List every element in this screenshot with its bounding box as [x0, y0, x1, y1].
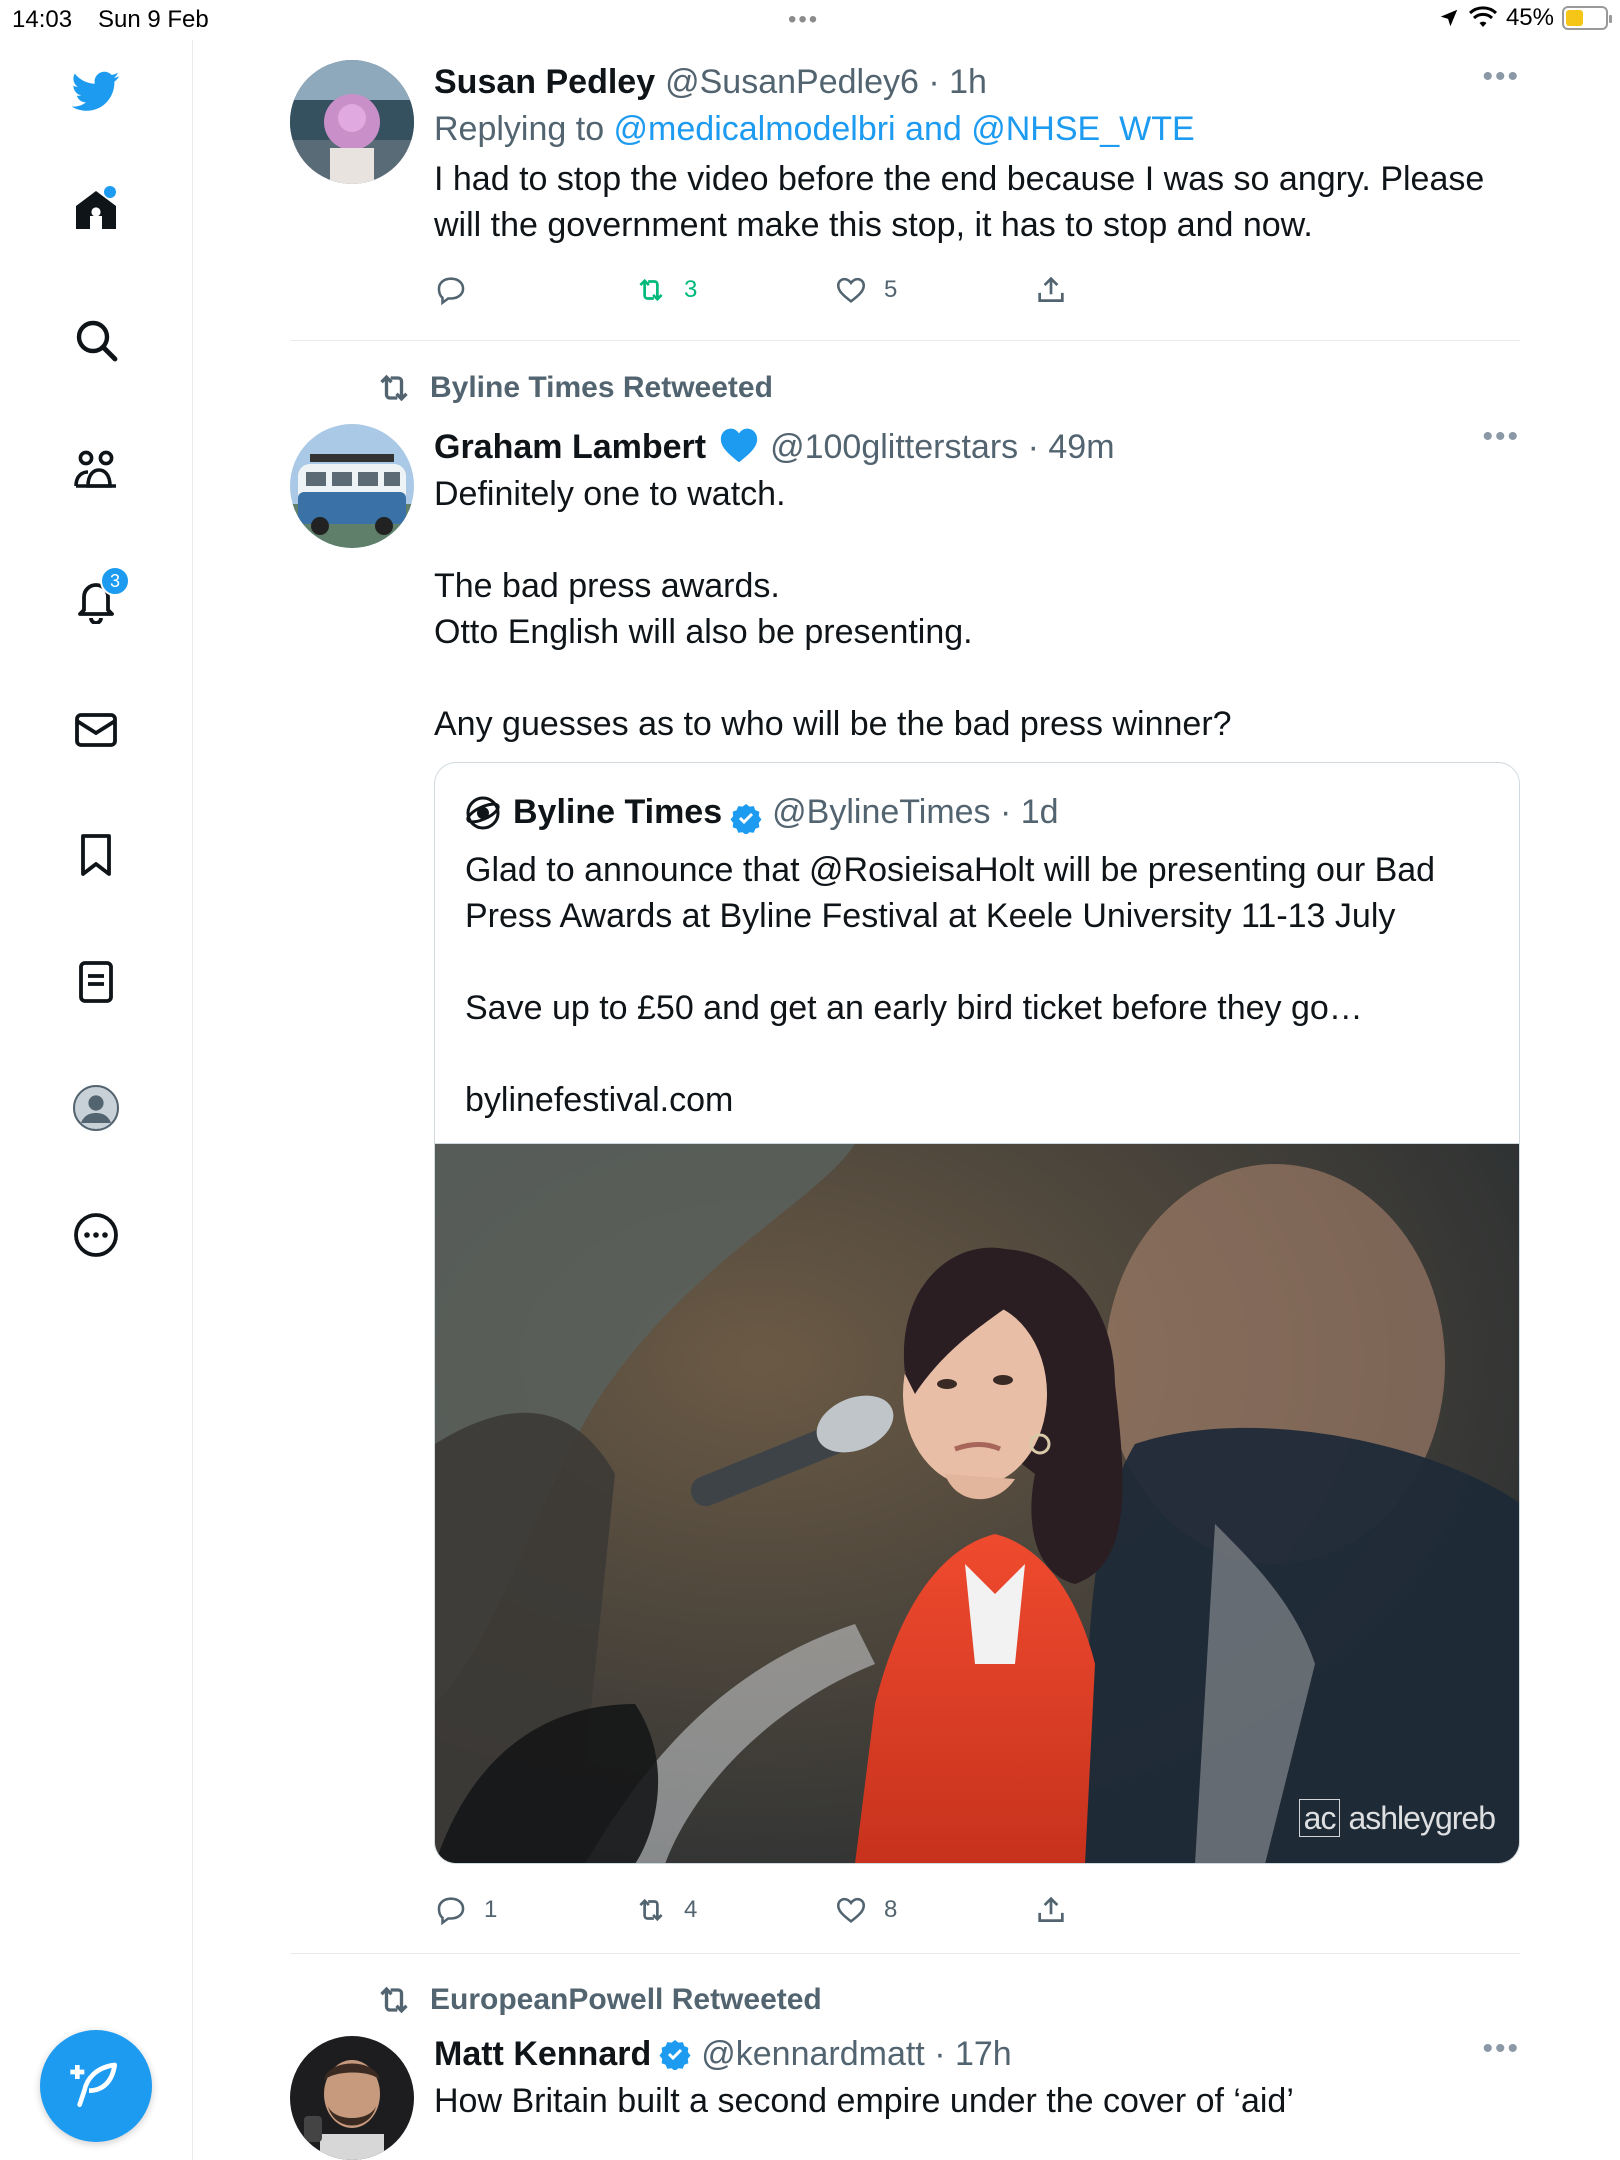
author-name[interactable]: Matt Kennard — [434, 2032, 651, 2076]
compose-tweet-button[interactable] — [40, 2030, 152, 2142]
notifications-icon[interactable]: 3 — [66, 566, 130, 630]
status-right: 45% — [1438, 4, 1612, 32]
tweet[interactable]: Graham Lambert @100glitterstars · 49m ••… — [290, 420, 1520, 1926]
author-handle[interactable]: @100glitterstars · 49m — [770, 425, 1114, 469]
share-button[interactable] — [1034, 1893, 1068, 1927]
tweet-text: I had to stop the video before the end b… — [434, 160, 1494, 244]
heart-icon — [836, 1897, 866, 1923]
watermark-text: ashleygreb — [1348, 1800, 1496, 1836]
tweet-header: Susan Pedley @SusanPedley6 · 1h — [434, 60, 1520, 104]
retweet-count: 4 — [684, 1896, 698, 1923]
reply-icon — [437, 1897, 465, 1926]
tweet-content: Graham Lambert @100glitterstars · 49m ••… — [434, 420, 1520, 747]
retweet-icon — [639, 278, 663, 302]
notifications-badge: 3 — [100, 566, 130, 596]
status-bar: 14:03 Sun 9 Feb ••• 45% — [0, 0, 1620, 40]
tweet-text: How Britain built a second empire under … — [434, 2082, 1294, 2120]
like-button[interactable]: 5 — [834, 273, 897, 307]
tweet-divider — [290, 1953, 1520, 1954]
home-unread-dot — [104, 186, 116, 198]
reply-button[interactable] — [434, 273, 468, 307]
share-icon — [1038, 276, 1064, 302]
quoted-author-name[interactable]: Byline Times — [513, 793, 722, 832]
search-icon[interactable] — [66, 310, 126, 370]
retweet-icon — [380, 1986, 408, 2014]
quoted-author-handle[interactable]: @BylineTimes · 1d — [772, 793, 1058, 832]
battery-icon — [1562, 6, 1612, 30]
share-button[interactable] — [1034, 273, 1068, 307]
status-time: 14:03 — [12, 6, 73, 33]
bookmarks-icon[interactable] — [66, 825, 126, 885]
verified-badge-icon — [659, 2040, 691, 2070]
tweet-divider — [290, 340, 1520, 341]
quoted-tweet[interactable]: Byline Times @BylineTimes · 1d Glad to a… — [434, 762, 1520, 1864]
author-name[interactable]: Graham Lambert — [434, 425, 706, 469]
quoted-tweet-photo[interactable]: ac ashleygreb — [435, 1143, 1519, 1863]
lists-icon[interactable] — [66, 952, 126, 1012]
author-handle[interactable]: @kennardmatt · 17h — [701, 2032, 1011, 2076]
verified-badge-icon — [730, 803, 762, 834]
blue-heart-icon — [720, 428, 758, 463]
reply-button[interactable]: 1 — [434, 1893, 497, 1927]
tweet-more-button[interactable]: ••• — [1482, 60, 1520, 94]
heart-icon — [836, 277, 866, 303]
tweet-actions: 1 4 8 — [434, 1890, 1434, 1930]
home-icon[interactable] — [66, 180, 126, 240]
tweet-header: Graham Lambert @100glitterstars · 49m — [434, 420, 1520, 469]
like-count: 8 — [884, 1896, 898, 1923]
status-date: Sun 9 Feb — [98, 6, 209, 33]
wifi-icon — [1468, 6, 1497, 27]
tweet[interactable]: Matt Kennard @kennardmatt · 17h ••• How … — [290, 2032, 1520, 2160]
replying-to-link[interactable]: @medicalmodelbri and @NHSE_WTE — [614, 110, 1195, 148]
communities-icon[interactable] — [66, 440, 126, 500]
byline-logo-icon — [466, 796, 500, 829]
share-icon — [1038, 1896, 1064, 1922]
author-name[interactable]: Susan Pedley — [434, 60, 655, 104]
tweet-text: Definitely one to watch. The bad press a… — [434, 475, 1232, 743]
retweeted-by-label: Byline Times Retweeted — [430, 371, 773, 404]
author-handle[interactable]: @SusanPedley6 · 1h — [665, 60, 987, 104]
compose-feather-icon — [70, 2062, 117, 2107]
messages-icon[interactable] — [66, 700, 126, 760]
reply-icon — [437, 277, 465, 306]
retweet-icon — [380, 374, 408, 402]
tweet[interactable]: Susan Pedley @SusanPedley6 · 1h ••• Repl… — [290, 60, 1520, 310]
tweet-more-button[interactable]: ••• — [1482, 2032, 1520, 2066]
like-count: 5 — [884, 276, 898, 303]
quoted-tweet-text: Glad to announce that @RosieisaHolt will… — [465, 851, 1436, 1119]
replying-to: Replying to @medicalmodelbri and @NHSE_W… — [434, 104, 1520, 154]
quoted-tweet-header: Byline Times @BylineTimes · 1d — [465, 793, 1059, 834]
retweeted-by[interactable]: Byline Times Retweeted — [374, 368, 773, 408]
profile-icon[interactable] — [66, 1078, 126, 1138]
avatar[interactable] — [290, 424, 414, 548]
watermark-logo: ac — [1298, 1799, 1341, 1837]
retweet-button[interactable]: 4 — [634, 1893, 697, 1927]
like-button[interactable]: 8 — [834, 1893, 897, 1927]
more-icon[interactable] — [66, 1205, 126, 1265]
sidebar: 3 — [0, 40, 193, 2160]
location-icon — [1440, 9, 1458, 27]
retweet-button[interactable]: 3 — [634, 273, 697, 307]
avatar[interactable] — [290, 60, 414, 184]
battery-percent: 45% — [1505, 4, 1554, 31]
tweet-actions: 3 5 — [434, 270, 1434, 310]
retweet-icon — [639, 1898, 663, 1922]
retweeted-by-label: EuropeanPowell Retweeted — [430, 1983, 822, 2016]
retweet-count: 3 — [684, 276, 698, 303]
tweet-content: Matt Kennard @kennardmatt · 17h ••• How … — [434, 2032, 1520, 2124]
replying-prefix: Replying to — [434, 110, 614, 148]
multitasking-dots[interactable]: ••• — [788, 6, 819, 34]
tweet-more-button[interactable]: ••• — [1482, 420, 1520, 454]
tweet-header: Matt Kennard @kennardmatt · 17h — [434, 2032, 1520, 2076]
twitter-bird-icon[interactable] — [66, 60, 126, 120]
photo-watermark: ac ashleygreb — [1298, 1799, 1496, 1837]
tweet-content: Susan Pedley @SusanPedley6 · 1h ••• Repl… — [434, 60, 1520, 248]
retweeted-by[interactable]: EuropeanPowell Retweeted — [374, 1980, 822, 2020]
avatar[interactable] — [290, 2036, 414, 2160]
reply-count: 1 — [484, 1896, 498, 1923]
